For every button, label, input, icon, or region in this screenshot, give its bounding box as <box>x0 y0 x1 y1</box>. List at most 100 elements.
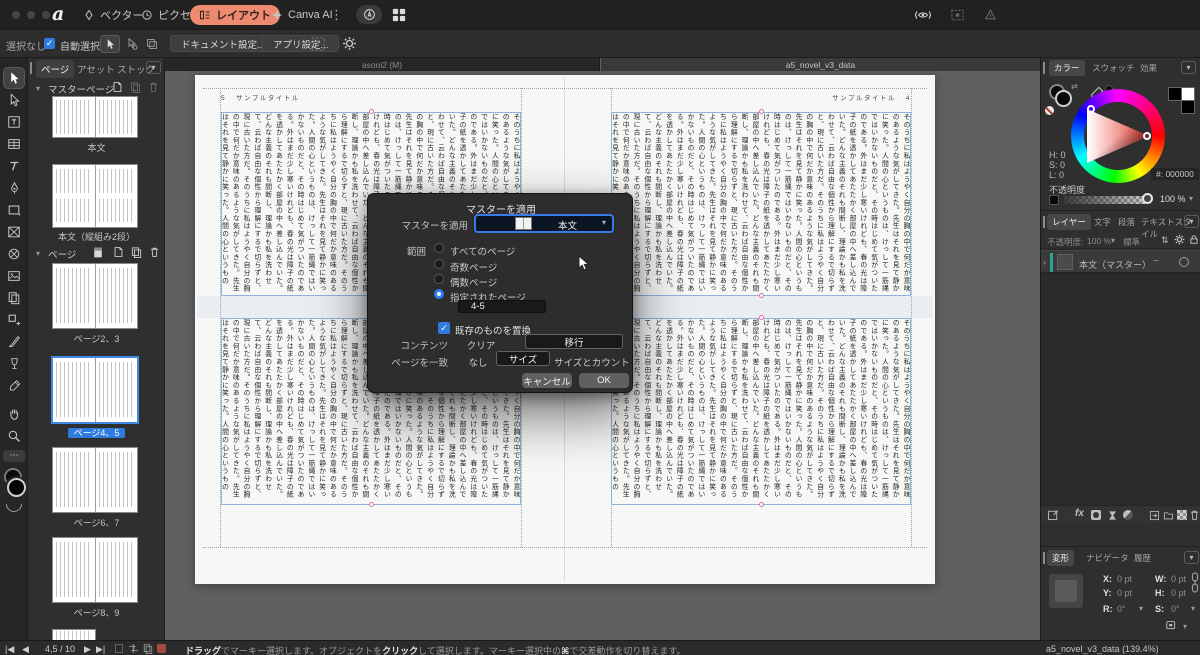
layer-visibility-toggle[interactable] <box>1179 257 1189 267</box>
close-window-icon[interactable] <box>12 11 20 19</box>
window-controls[interactable] <box>12 11 50 19</box>
document-settings-button[interactable]: ドキュメント設定... <box>170 35 276 52</box>
page-transition-icon[interactable] <box>128 643 139 654</box>
frame-handle[interactable] <box>369 109 374 114</box>
opacity-slider-knob[interactable] <box>1142 193 1153 204</box>
color-swap-arc-icon[interactable] <box>6 504 22 512</box>
ok-button[interactable]: OK <box>579 373 629 388</box>
minimize-window-icon[interactable] <box>27 11 35 19</box>
corner-tool[interactable] <box>4 310 24 330</box>
gear-icon[interactable] <box>342 36 357 51</box>
layer-opacity-value[interactable]: 100 % <box>1087 236 1111 246</box>
place-image-tool[interactable] <box>4 266 24 286</box>
radio-all-pages[interactable] <box>434 243 444 253</box>
tab-navigator[interactable]: ナビゲータ <box>1081 550 1134 566</box>
tab-character[interactable]: 文字 <box>1089 214 1116 230</box>
document-tab-inactive[interactable]: asooi2 (M) <box>165 58 600 71</box>
master-spread-label[interactable]: 本文 <box>28 141 165 154</box>
layer-expand-icon[interactable]: › <box>1043 257 1046 267</box>
opacity-zero-swatch[interactable] <box>1049 195 1059 205</box>
blend-stepper-icon[interactable]: ⇅ <box>1161 235 1169 246</box>
y-value[interactable]: 0 pt <box>1117 588 1132 598</box>
auto-select-checkbox[interactable]: ✓ <box>44 38 55 49</box>
next-spread-button[interactable]: ▶ <box>84 644 91 655</box>
new-group-icon[interactable] <box>1163 510 1174 521</box>
spread-thumbnail-selected[interactable] <box>53 358 137 422</box>
zoom-tool[interactable] <box>4 426 24 446</box>
move-tool[interactable] <box>4 68 24 88</box>
master-spread-thumbnail[interactable] <box>53 97 137 137</box>
rectangle-tool[interactable] <box>4 200 24 220</box>
master-spread-label[interactable]: 本文（縦組み2段） <box>28 230 165 243</box>
style-picker-tool[interactable] <box>4 354 24 374</box>
spread-label[interactable]: ページ8、9 <box>28 606 165 619</box>
radio-specified-pages[interactable] <box>434 289 444 299</box>
recent-swatch-black-2[interactable] <box>1182 101 1194 113</box>
tab-transform[interactable]: 変形 <box>1047 550 1074 566</box>
tab-effects[interactable]: 効果 <box>1135 60 1162 76</box>
r-value[interactable]: 0° <box>1117 604 1126 614</box>
mask-layer-icon[interactable] <box>1091 510 1101 520</box>
spread-thumbnail-partial[interactable] <box>53 630 95 640</box>
opacity-slider-track[interactable] <box>1064 196 1148 204</box>
view-hand-tool[interactable] <box>4 404 24 424</box>
layers-panel-menu-button[interactable]: ▾ <box>1184 215 1199 228</box>
duplicate-page-icon[interactable] <box>131 246 142 258</box>
delete-master-icon[interactable] <box>148 81 159 93</box>
frame-handle[interactable] <box>759 315 764 320</box>
vector-brush-tool[interactable] <box>4 332 24 352</box>
picture-frame-tool[interactable] <box>4 222 24 242</box>
record-icon[interactable] <box>157 644 166 653</box>
hue-marker[interactable] <box>1087 105 1095 113</box>
first-spread-button[interactable]: |◀ <box>5 644 14 655</box>
match-size-count-option[interactable]: サイズとカウント <box>554 355 630 369</box>
opacity-chevron-icon[interactable]: ▾ <box>1189 194 1193 203</box>
h-value[interactable]: 0 pt <box>1171 588 1186 598</box>
layer-settings-gear-icon[interactable] <box>1174 234 1185 245</box>
preview-mode-icon[interactable] <box>915 8 931 22</box>
previous-spread-button[interactable]: ◀ <box>22 644 29 655</box>
layer-row[interactable]: › 本文（マスター） ~ <box>1041 250 1200 273</box>
delete-page-icon[interactable] <box>149 246 160 258</box>
overflow-menu-icon[interactable]: ⋮ <box>330 7 343 23</box>
match-none-option[interactable]: なし <box>463 355 493 369</box>
add-master-icon[interactable] <box>112 81 123 93</box>
content-clear-option[interactable]: クリア <box>463 338 499 352</box>
hex-value-field[interactable]: #: 000000 <box>1151 168 1199 180</box>
fill-color-indicator[interactable] <box>1055 90 1072 107</box>
layer-effects-icon[interactable]: fx <box>1075 508 1084 519</box>
studio-presets-button[interactable] <box>356 5 382 24</box>
delete-layer-icon[interactable] <box>1189 509 1200 521</box>
spread-thumbnail[interactable] <box>53 538 137 602</box>
content-migrate-option[interactable]: 移行 <box>525 334 623 349</box>
r-chevron-icon[interactable]: ▾ <box>1139 604 1143 613</box>
duplicate-master-icon[interactable] <box>130 81 141 93</box>
master-spread-thumbnail[interactable] <box>53 165 137 227</box>
spread-thumbnail[interactable] <box>53 264 137 328</box>
pages-tool[interactable] <box>4 288 24 308</box>
recent-swatch-black[interactable] <box>1169 88 1181 100</box>
transform-mode-button[interactable] <box>1165 620 1178 631</box>
tab-layers[interactable]: レイヤー <box>1047 214 1091 230</box>
lasso-select-mode-button[interactable] <box>122 35 142 53</box>
radio-even-pages[interactable] <box>434 274 444 284</box>
text-frame[interactable]: そのうちに私はようやく自分の胸の中で何だか意味のあるような気がしてきた。先生はそ… <box>611 318 911 505</box>
text-frame[interactable]: そのうちに私はようやく自分の胸の中で何だか意味のあるような気がしてきた。先生はそ… <box>611 112 911 296</box>
tab-color[interactable]: カラー <box>1049 60 1085 76</box>
frame-handle[interactable] <box>759 109 764 114</box>
frame-handle[interactable] <box>369 502 374 507</box>
no-color-icon[interactable] <box>1045 106 1054 115</box>
spread-label[interactable]: ページ6、7 <box>28 516 165 529</box>
lock-icon[interactable] <box>1189 234 1199 245</box>
match-size-option[interactable]: サイズ <box>496 351 550 366</box>
document-tab-active[interactable]: a5_novel_v3_data <box>601 58 1040 71</box>
table-tool[interactable] <box>4 134 24 154</box>
move-into-layer-icon[interactable] <box>1149 510 1160 521</box>
last-spread-button[interactable]: ▶| <box>96 644 105 655</box>
transform-panel-menu-button[interactable]: ▾ <box>1184 551 1199 564</box>
opacity-dropdown-icon[interactable]: ▾ <box>1111 236 1115 245</box>
master-section-chevron[interactable]: ▾ <box>36 84 40 93</box>
node-tool[interactable] <box>4 90 24 110</box>
vector-crop-tool[interactable] <box>4 244 24 264</box>
margins-icon[interactable] <box>310 36 326 52</box>
